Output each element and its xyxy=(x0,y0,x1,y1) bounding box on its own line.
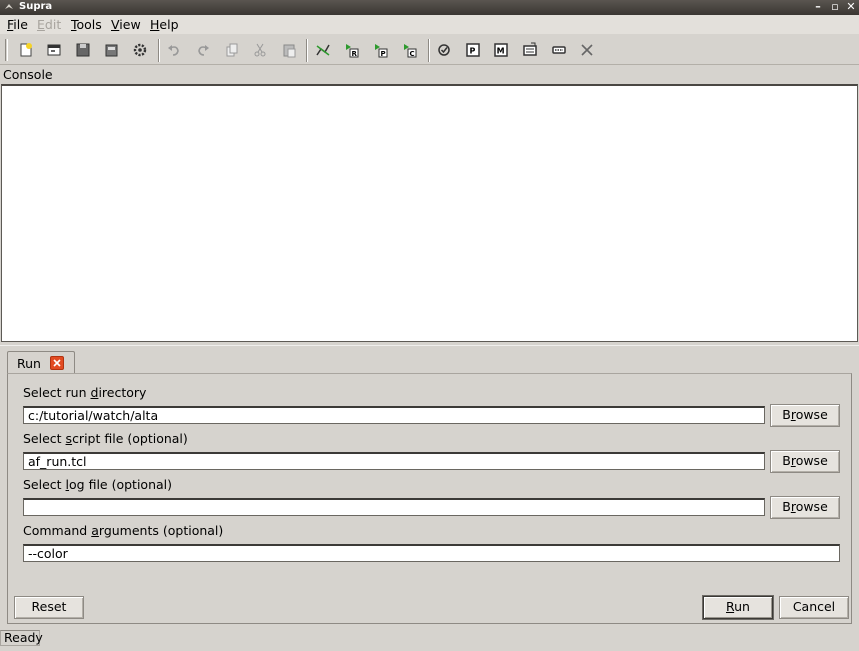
terminal-icon[interactable] xyxy=(549,40,569,60)
svg-text:R: R xyxy=(352,50,358,58)
copy-icon[interactable] xyxy=(222,40,242,60)
toolbar-separator xyxy=(428,39,430,62)
open-icon[interactable] xyxy=(44,40,64,60)
menu-help[interactable]: Help xyxy=(150,17,179,32)
edit-panel-icon[interactable] xyxy=(520,40,540,60)
status-text: Ready xyxy=(0,630,43,646)
redo-icon[interactable] xyxy=(193,40,213,60)
paste-icon[interactable] xyxy=(279,40,299,60)
reset-button[interactable]: Reset xyxy=(14,596,84,619)
svg-text:P: P xyxy=(470,47,476,56)
menu-tools[interactable]: Tools xyxy=(71,17,102,32)
toolbar: R P C P M xyxy=(0,35,859,65)
maximize-icon[interactable]: ▫ xyxy=(829,1,841,13)
close-window-icon[interactable]: ✕ xyxy=(845,1,857,13)
settings-icon[interactable] xyxy=(130,40,150,60)
tab-run-label: Run xyxy=(17,356,41,371)
log-file-label: Select log file (optional) xyxy=(23,477,173,492)
status-bar: Ready xyxy=(0,629,859,651)
script-file-label: Select script file (optional) xyxy=(23,431,188,446)
browse-script-file-button[interactable]: Browse xyxy=(770,450,840,473)
new-file-icon[interactable] xyxy=(16,40,36,60)
run-r-icon[interactable]: R xyxy=(342,40,362,60)
run-directory-label: Select run directory xyxy=(23,385,147,400)
toolbar-separator xyxy=(306,39,308,62)
svg-text:C: C xyxy=(410,50,415,58)
menu-edit[interactable]: Edit xyxy=(37,17,61,32)
command-arguments-input[interactable]: --color xyxy=(23,544,840,562)
browse-run-directory-button[interactable]: Browse xyxy=(770,404,840,427)
app-icon xyxy=(5,4,13,9)
graph-icon[interactable] xyxy=(313,40,333,60)
cut-icon[interactable] xyxy=(250,40,270,60)
menu-view[interactable]: View xyxy=(111,17,141,32)
menu-file[interactable]: File xyxy=(7,17,28,32)
title-bar: Supra – ▫ ✕ xyxy=(0,0,859,15)
close-tab-icon[interactable] xyxy=(50,356,64,370)
panel-m-icon[interactable]: M xyxy=(491,40,511,60)
check-icon[interactable] xyxy=(434,40,454,60)
cancel-button[interactable]: Cancel xyxy=(779,596,849,619)
console-label: Console xyxy=(3,67,53,82)
console-output[interactable] xyxy=(1,84,858,342)
command-arguments-label: Command arguments (optional) xyxy=(23,523,224,538)
undo-icon[interactable] xyxy=(164,40,184,60)
tab-run[interactable]: Run xyxy=(7,351,75,374)
panel-p-icon[interactable]: P xyxy=(463,40,483,60)
run-p-icon[interactable]: P xyxy=(371,40,391,60)
run-button[interactable]: Run xyxy=(703,596,773,619)
browse-log-file-button[interactable]: Browse xyxy=(770,496,840,519)
minimize-icon[interactable]: – xyxy=(812,1,824,13)
menu-bar: File Edit Tools View Help xyxy=(0,15,859,34)
toolbar-separator xyxy=(158,39,160,62)
log-file-input[interactable] xyxy=(23,498,765,516)
toolbar-grip[interactable] xyxy=(5,39,8,61)
script-file-input[interactable]: af_run.tcl xyxy=(23,452,765,470)
run-c-icon[interactable]: C xyxy=(400,40,420,60)
svg-text:M: M xyxy=(497,47,505,56)
run-directory-input[interactable]: c:/tutorial/watch/alta xyxy=(23,406,765,424)
clear-icon[interactable] xyxy=(577,40,597,60)
svg-text:P: P xyxy=(381,50,386,58)
save-icon[interactable] xyxy=(73,40,93,60)
save-all-icon[interactable] xyxy=(101,40,121,60)
window-title: Supra xyxy=(19,1,53,12)
